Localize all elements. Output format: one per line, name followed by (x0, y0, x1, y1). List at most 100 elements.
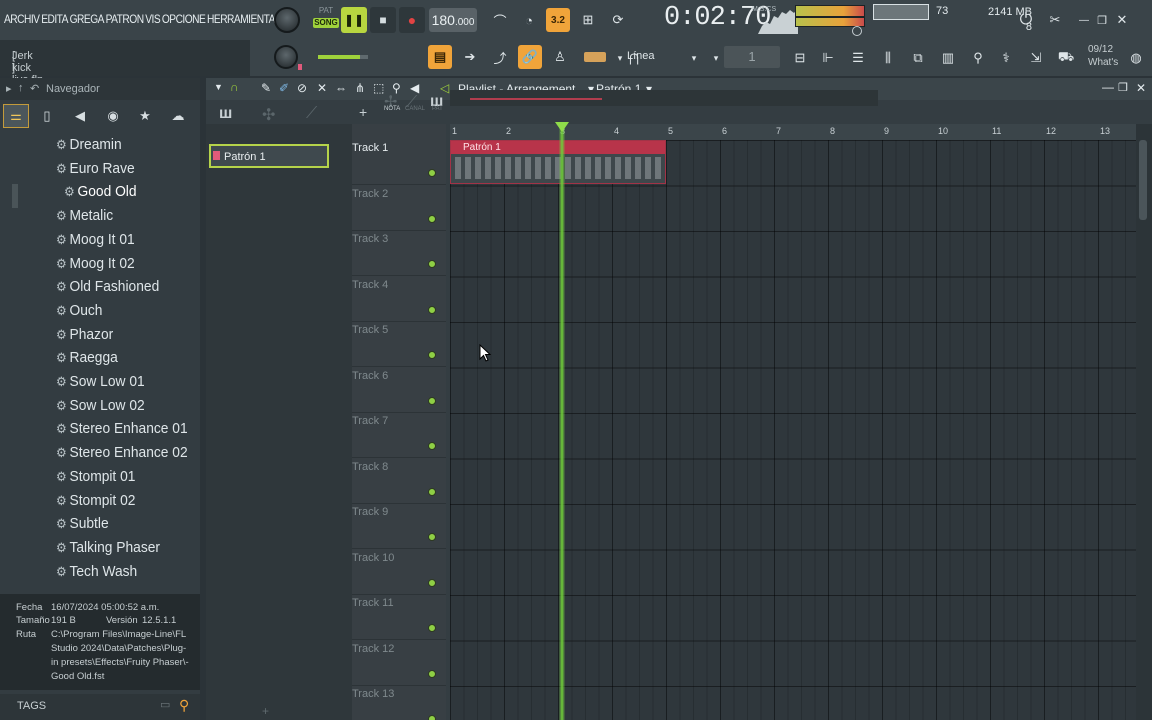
preset-item[interactable]: ⚙ Euro Rave (56, 160, 135, 177)
tab-all[interactable]: ⚌ (3, 104, 29, 128)
pattern-color-swatch[interactable] (584, 52, 606, 62)
track-mute-led[interactable] (428, 214, 436, 223)
slice-tool-icon[interactable]: ⋔ (355, 81, 365, 95)
playlist-close-icon[interactable]: ✕ (1136, 81, 1146, 95)
cut-tool-icon[interactable]: ✂ (1043, 8, 1067, 32)
playhead-marker[interactable] (555, 122, 569, 132)
track-mute-led[interactable] (428, 487, 436, 496)
arrangement-grid[interactable] (450, 140, 1136, 720)
track-mute-led[interactable] (428, 715, 436, 720)
scroll-thumb[interactable] (1139, 140, 1147, 220)
add-pattern-icon[interactable]: + (262, 704, 269, 718)
track-header[interactable]: Track 7 (352, 413, 446, 458)
preset-item[interactable]: ⚙ Stompit 01 (56, 468, 135, 485)
menu-herramientas[interactable]: HERRAMIENTA (207, 12, 275, 26)
piano-keys-icon[interactable]: ш (219, 105, 232, 123)
track-mute-led[interactable] (428, 351, 436, 359)
track-mute-led[interactable] (428, 669, 436, 678)
menu-editar[interactable]: EDITA (41, 12, 68, 26)
download-icon[interactable]: ⇲ (1024, 46, 1048, 70)
preset-item[interactable]: ⚙ Sow Low 02 (56, 397, 145, 414)
tab-project[interactable]: ▯ (34, 104, 60, 128)
plugin-icon[interactable]: ⧉ (906, 46, 930, 70)
folder-icon[interactable]: ▭ (160, 698, 170, 711)
menu-archivo[interactable]: ARCHIV (4, 12, 40, 26)
delete-tool-icon[interactable]: ⊘ (297, 81, 307, 95)
track-mute-led[interactable] (428, 624, 436, 632)
snap-selector[interactable]: Línea (627, 50, 655, 62)
preset-item[interactable]: ⚙ Raegga (56, 349, 118, 366)
preset-item[interactable]: ⚙ Metalic (56, 207, 113, 224)
playlist-minimize-icon[interactable]: — (1102, 80, 1114, 94)
menu-patron[interactable]: PATRON (106, 12, 144, 26)
browser-icon[interactable]: ▥ (936, 46, 960, 70)
search-icon[interactable]: ⚲ (179, 697, 189, 714)
slip-tool-icon[interactable]: ⇔ (335, 81, 347, 95)
track-header[interactable]: Track 13 (352, 686, 446, 720)
pencil-curve-icon[interactable]: ⤴ (488, 45, 512, 69)
close-icon[interactable]: ✕ (1110, 8, 1134, 32)
tuning-fork-icon[interactable]: ⚕ (994, 46, 1018, 70)
preset-item[interactable]: ⚙ Tech Wash (56, 563, 137, 580)
mixer-icon[interactable]: ⫼ (876, 46, 900, 70)
wait-input-icon[interactable]: ◔ (517, 8, 541, 32)
timeline-ruler[interactable]: 12345678910111213 (450, 124, 1136, 140)
preset-item[interactable]: ⚙ Talking Phaser (56, 539, 160, 556)
track-mute-led[interactable] (428, 578, 436, 587)
draw-tool-icon[interactable]: ✎ (261, 81, 271, 95)
view-playlist-button[interactable]: ▤ (428, 45, 452, 69)
track-header[interactable]: Track 9 (352, 504, 446, 549)
select-tool-icon[interactable]: ⬚ (373, 81, 384, 95)
preset-item[interactable]: ⚙ Dreamin (56, 136, 122, 153)
track-header[interactable]: Track 10 (352, 550, 446, 595)
tab-plugins[interactable]: ◉ (100, 104, 126, 128)
track-header[interactable]: Track 11 (352, 595, 446, 640)
playlist-window-icon[interactable]: ⊟ (788, 46, 812, 70)
master-volume-knob[interactable] (274, 45, 298, 69)
expand-arrow-icon[interactable]: ▸ (6, 82, 12, 95)
pat-song-toggle[interactable]: PAT SONG (313, 6, 339, 34)
playback-tool-icon[interactable]: ◀ (410, 81, 419, 95)
tab-speaker[interactable]: ◀ (67, 104, 93, 128)
news-panel[interactable]: 09/12 What's (1088, 43, 1118, 69)
preset-item[interactable]: ⚙ Ouch (56, 302, 102, 319)
track-header[interactable]: Track 4 (352, 277, 446, 322)
track-mute-led[interactable] (428, 260, 436, 268)
preset-item[interactable]: ⚙ Subtle (56, 515, 109, 532)
back-arrow-icon[interactable]: ↶ (30, 82, 39, 95)
track-header[interactable]: Track 1 (352, 140, 446, 185)
automation-icon[interactable]: ⟋ (306, 105, 317, 123)
track-header[interactable]: Track 5 (352, 322, 446, 367)
metronome-small-icon[interactable]: ♙ (548, 45, 572, 69)
menu-agregar[interactable]: GREGA (70, 12, 105, 26)
track-header[interactable]: Track 6 (352, 368, 446, 413)
preset-item[interactable]: ⚙ Moog It 01 (56, 231, 135, 248)
up-arrow-icon[interactable]: ↑ (18, 82, 24, 94)
magnet-snap-icon[interactable]: ∩ (230, 80, 239, 94)
step-value-box[interactable]: 1 (724, 46, 780, 68)
tempo-display[interactable]: 180.000 (429, 8, 477, 32)
news-globe-icon[interactable]: ◍ (1124, 46, 1148, 70)
browser-scrollbar[interactable] (12, 184, 18, 208)
preset-item[interactable]: ⚙ Moog It 02 (56, 255, 135, 272)
vertical-scrollbar[interactable] (1136, 124, 1152, 720)
add-track-icon[interactable]: + (359, 104, 367, 120)
preset-item[interactable]: ⚙ Old Fashioned (56, 278, 159, 295)
menu-opciones[interactable]: OPCIONE (162, 12, 206, 26)
track-header[interactable]: Track 2 (352, 186, 446, 231)
track-header[interactable]: Track 3 (352, 231, 446, 276)
metronome-icon[interactable]: ⌒ (488, 8, 512, 32)
preset-item[interactable]: ⚙ Phazor (56, 326, 113, 343)
plug-icon[interactable]: ⚲ (966, 46, 990, 70)
link-icon[interactable]: 🔗 (518, 45, 542, 69)
cart-icon[interactable]: ⛟ (1054, 46, 1078, 70)
step-edit-button[interactable]: 3.2 (546, 8, 570, 32)
panic-icon[interactable]: ⏻ (1014, 8, 1038, 32)
piano-roll-icon[interactable]: ⊩ (816, 46, 840, 70)
blend-notes-icon[interactable]: ⊞ (576, 8, 600, 32)
channel-rack-icon[interactable]: ☰ (846, 46, 870, 70)
pattern-clip[interactable]: Patrón 1 (450, 140, 666, 184)
playlist-menu-arrow-icon[interactable]: ▼ (214, 82, 223, 92)
menu-vista[interactable]: VIS (145, 12, 160, 26)
arrow-right-icon[interactable]: ➔ (458, 45, 482, 69)
